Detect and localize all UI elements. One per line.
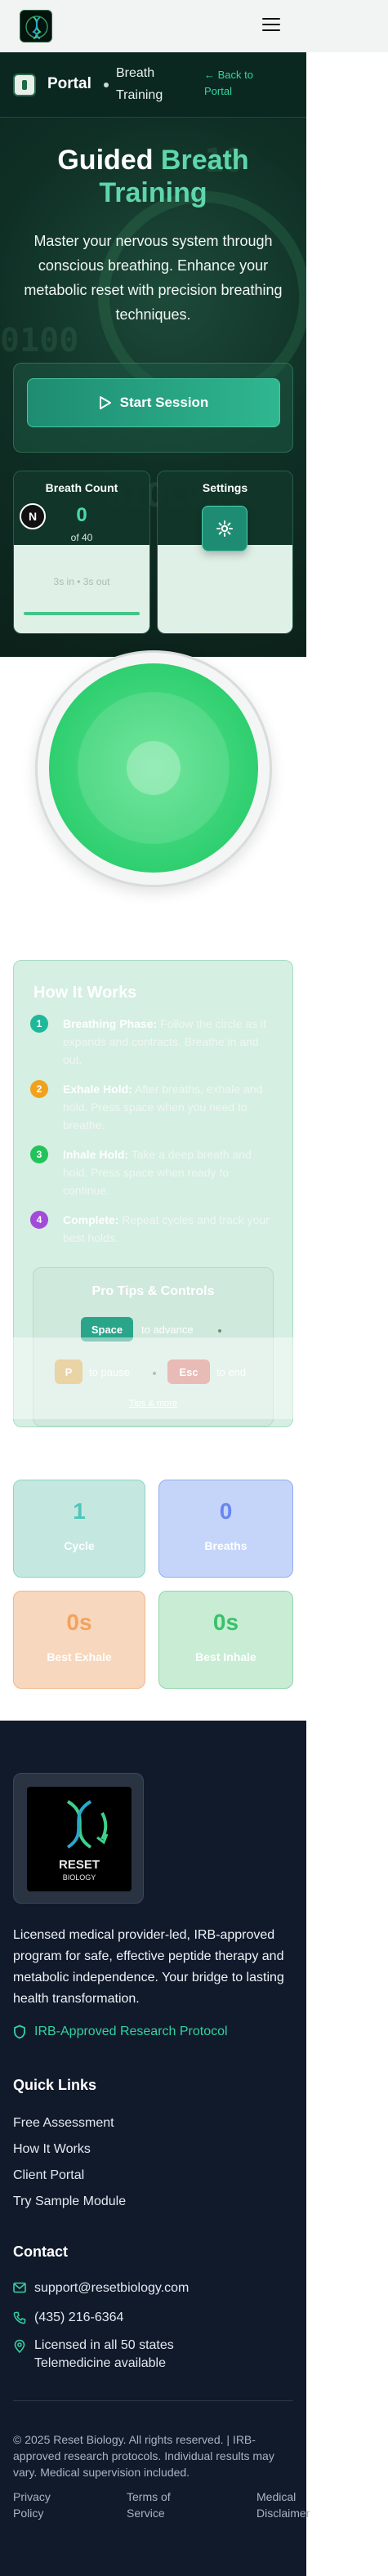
terms-of-service-link[interactable]: Terms of Service	[127, 2489, 192, 2521]
mail-icon	[13, 2282, 26, 2293]
irb-badge: IRB-Approved Research Protocol	[13, 2025, 228, 2039]
avatar[interactable]: N	[20, 503, 46, 529]
breath-count-title: Breath Count	[45, 481, 118, 494]
portal-link[interactable]: Portal	[47, 75, 91, 93]
breath-progress-bar	[24, 612, 140, 615]
footer-link-client-portal[interactable]: Client Portal	[13, 2168, 84, 2183]
stat-best-inhale: 0s Best Inhale	[158, 1591, 293, 1689]
how-it-works-title: How It Works	[33, 984, 137, 1002]
privacy-policy-link[interactable]: Privacy Policy	[13, 2489, 78, 2521]
svg-text:RESET: RESET	[59, 1858, 100, 1872]
footer-logo[interactable]: RESET BIOLOGY	[13, 1773, 144, 1904]
breath-count-card: Breath Count 0 of 40 3s in • 3s out	[13, 471, 150, 634]
page-title: Guided Breath Training	[57, 145, 249, 208]
footer-link-how-it-works[interactable]: How It Works	[13, 2142, 91, 2157]
portal-icon	[13, 74, 36, 96]
copyright-text: © 2025 Reset Biology. All rights reserve…	[13, 2433, 274, 2479]
back-to-portal-link[interactable]: ← Back to Portal	[204, 67, 278, 100]
medical-disclaimer-link[interactable]: Medical Disclaimer	[256, 2489, 310, 2521]
footer-link-sample-module[interactable]: Try Sample Module	[13, 2194, 126, 2209]
svg-text:BIOLOGY: BIOLOGY	[63, 1873, 96, 1882]
hamburger-menu-icon[interactable]	[262, 18, 280, 33]
contact-email[interactable]: support@resetbiology.com	[13, 2279, 189, 2297]
gear-icon	[216, 520, 233, 537]
location-pin-icon	[14, 2339, 25, 2354]
top-header	[0, 0, 388, 52]
contact-phone[interactable]: (435) 216-6364	[13, 2309, 123, 2327]
start-session-panel: Start Session	[13, 363, 293, 453]
start-session-button[interactable]: Start Session	[27, 378, 280, 427]
settings-title: Settings	[202, 481, 248, 494]
play-icon	[99, 396, 111, 409]
stat-cycle: 1 Cycle	[13, 1480, 145, 1578]
breath-timing-text: 3s in • 3s out	[53, 576, 110, 587]
pro-tips-title: Pro Tips & Controls	[91, 1284, 215, 1298]
contact-title: Contact	[13, 2243, 68, 2260]
footer-link-free-assessment[interactable]: Free Assessment	[13, 2116, 114, 2131]
stat-breaths: 0 Breaths	[158, 1480, 293, 1578]
footer-description: Licensed medical provider-led, IRB-appro…	[13, 1928, 284, 2006]
portal-nav-bar: Portal Breath Training ← Back to Portal	[0, 52, 306, 118]
dna-logo-icon: RESET BIOLOGY	[59, 1800, 109, 1882]
footer-divider	[13, 2400, 293, 2401]
phone-icon	[13, 2311, 26, 2324]
shield-icon	[14, 2025, 25, 2039]
settings-card: Settings	[157, 471, 293, 634]
stat-best-exhale: 0s Best Exhale	[13, 1591, 145, 1689]
settings-button[interactable]	[202, 506, 248, 551]
contact-licensing: Licensed in all 50 states Telemedicine av…	[13, 2337, 174, 2373]
page-subtitle: Master your nervous system through consc…	[24, 233, 283, 323]
reset-biology-logo[interactable]	[20, 10, 52, 42]
breadcrumb-current-page: Breath Training	[116, 66, 163, 102]
breath-count-total: of 40	[70, 532, 93, 543]
dna-logo-icon	[25, 16, 48, 39]
quick-links-title: Quick Links	[13, 2077, 97, 2093]
